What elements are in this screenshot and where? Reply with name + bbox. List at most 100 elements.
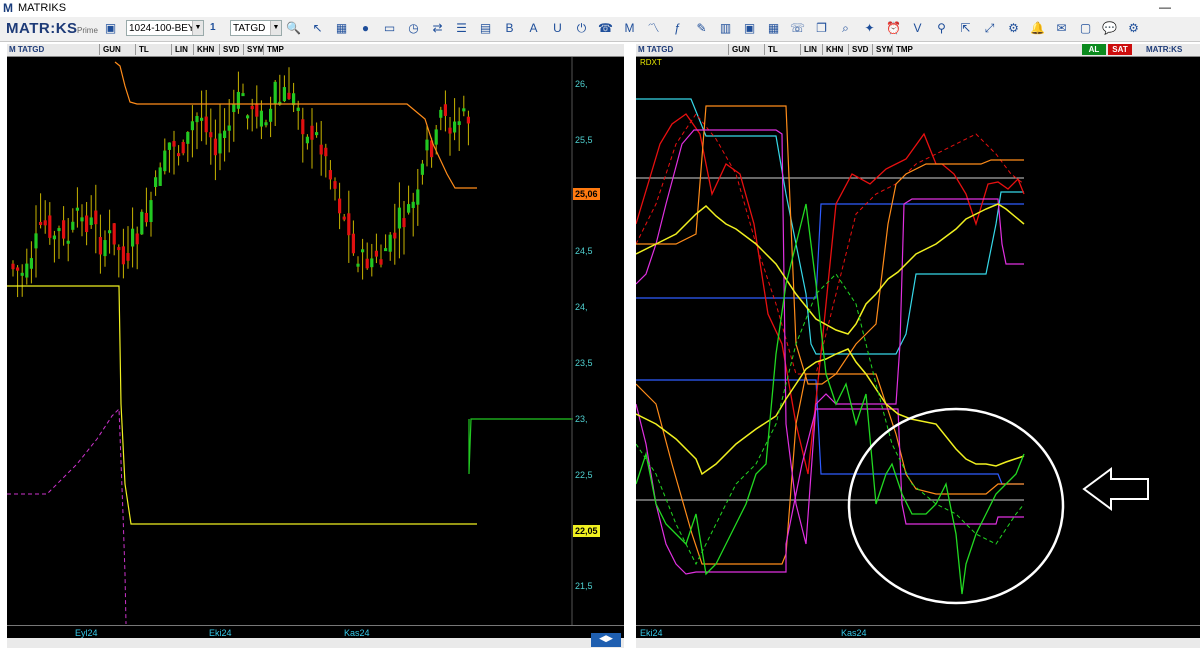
layout-combo[interactable]: 1024-100-BEYA ▼ <box>126 20 204 36</box>
mail-icon[interactable]: ▢ <box>1078 21 1093 36</box>
gmail-icon[interactable]: 〽 <box>646 21 661 36</box>
u-icon[interactable]: ⏻ <box>574 21 589 36</box>
candle-body <box>62 220 66 239</box>
y-label-24: 24, <box>575 302 588 312</box>
left-chart-panel[interactable]: M TATGD GUN TL LIN KHN SVD SYM TMP 26, 2… <box>7 44 624 648</box>
blue-line-2 <box>636 379 1024 485</box>
candle-body <box>227 125 231 131</box>
right-x-axis: Eki24 Kas24 <box>636 625 1200 648</box>
candle-body <box>282 87 286 102</box>
candle-body <box>149 200 153 223</box>
phone-icon[interactable]: ❐ <box>814 21 829 36</box>
y-label-26: 26, <box>575 79 588 89</box>
candle-body <box>43 220 47 226</box>
yellow-line-2 <box>636 348 1025 476</box>
candle-body <box>457 121 461 125</box>
bell-icon[interactable]: ✉ <box>1054 21 1069 36</box>
save-icon[interactable]: ▣ <box>103 21 118 36</box>
brand-subtitle: Prime <box>77 26 98 35</box>
minimize-button[interactable]: — <box>1158 0 1172 16</box>
chevron-down-icon[interactable]: ▼ <box>192 21 203 35</box>
candle-body <box>466 116 470 124</box>
alarm-icon[interactable]: V <box>910 21 925 36</box>
y-label-22-5: 22,5 <box>575 470 593 480</box>
symbol-combo-value: TATGD <box>233 23 266 34</box>
candle-body <box>195 115 199 123</box>
candle-body <box>117 247 121 251</box>
clock-icon[interactable]: ⇄ <box>430 21 445 36</box>
copy-icon[interactable]: ⌕ <box>838 21 853 36</box>
draw-icon[interactable]: ▥ <box>718 21 733 36</box>
text-a-icon[interactable]: U <box>550 21 565 36</box>
candle-body <box>388 234 392 252</box>
scroll-nav-icon[interactable]: ◀▶ <box>591 633 621 647</box>
candle-body <box>223 130 227 139</box>
list-icon[interactable]: ▤ <box>478 21 493 36</box>
candle-body <box>172 141 176 147</box>
bold-b-icon[interactable]: A <box>526 21 541 36</box>
bar-chart-icon[interactable]: ▣ <box>742 21 757 36</box>
candle-body <box>319 144 323 155</box>
yellow-ma-line <box>7 285 477 525</box>
candle-body <box>71 221 75 230</box>
calendar-icon[interactable]: ☏ <box>790 21 805 36</box>
fx-icon[interactable]: ✎ <box>694 21 709 36</box>
chat-icon[interactable]: 💬 <box>1102 21 1117 36</box>
globe-icon[interactable]: ▭ <box>382 21 397 36</box>
export-icon[interactable]: ⤢ <box>982 21 997 36</box>
settings-icon[interactable]: 🔔 <box>1030 21 1045 36</box>
matriks-logo-icon: M <box>3 1 13 15</box>
left-horizontal-scrollbar[interactable] <box>7 638 624 648</box>
candle-body <box>103 240 107 257</box>
right-chart-canvas[interactable] <box>636 44 1200 648</box>
candle-body <box>167 142 171 150</box>
candle-body <box>241 93 245 97</box>
cursor-icon[interactable]: ▦ <box>334 21 349 36</box>
magenta-line-2 <box>636 403 1024 575</box>
magenta-dashed-line <box>7 407 127 625</box>
candle-body <box>163 150 167 172</box>
candle-body <box>98 237 102 255</box>
monitor-icon[interactable]: ◷ <box>406 21 421 36</box>
v-icon[interactable]: ⚲ <box>934 21 949 36</box>
candle-body <box>255 103 259 117</box>
candle-body <box>29 258 33 269</box>
candle-body <box>213 138 217 156</box>
right-chart-panel[interactable]: M TATGD GUN TL LIN KHN SVD SYM TMP AL SA… <box>636 44 1200 648</box>
candle-body <box>397 207 401 229</box>
search-icon[interactable]: ✦ <box>862 21 877 36</box>
candle-body <box>190 121 194 131</box>
right-horizontal-scrollbar[interactable] <box>636 638 1200 648</box>
filter-icon[interactable]: ⇱ <box>958 21 973 36</box>
candle-body <box>384 248 388 252</box>
chevron-down-icon[interactable]: ▼ <box>270 21 281 35</box>
voip-icon[interactable]: M <box>622 21 637 36</box>
candle-body <box>48 215 52 238</box>
left-chart-canvas[interactable] <box>7 44 624 648</box>
candle-body <box>425 139 429 151</box>
candle-body <box>209 132 213 138</box>
x-label-eki24: Eki24 <box>209 628 232 638</box>
candle-body <box>420 163 424 175</box>
save-icon[interactable]: 🔍 <box>286 21 301 36</box>
candle-body <box>411 201 415 208</box>
symbol-combo[interactable]: TATGD ▼ <box>230 20 282 36</box>
x-label-kas24: Kas24 <box>344 628 370 638</box>
twitter-icon[interactable]: ⏰ <box>886 21 901 36</box>
gear-icon[interactable]: ⚙ <box>1126 21 1141 36</box>
cube-icon[interactable]: ▦ <box>766 21 781 36</box>
zoom-icon[interactable]: ↖ <box>310 21 325 36</box>
layout-number[interactable]: 1 <box>208 20 228 36</box>
power-icon[interactable]: ☎ <box>598 21 613 36</box>
candle-body <box>85 215 89 233</box>
chart-line-icon[interactable]: ƒ <box>670 21 685 36</box>
candle-body <box>11 263 15 270</box>
candle-body <box>338 198 342 214</box>
table-icon[interactable]: B <box>502 21 517 36</box>
red-dashed-line <box>636 113 1025 375</box>
chart-type-icon[interactable]: ● <box>358 21 373 36</box>
handshake-icon[interactable]: ☰ <box>454 21 469 36</box>
expand-icon[interactable]: ⚙ <box>1006 21 1021 36</box>
candle-body <box>181 142 185 154</box>
x-label-eki24: Eki24 <box>640 628 663 638</box>
